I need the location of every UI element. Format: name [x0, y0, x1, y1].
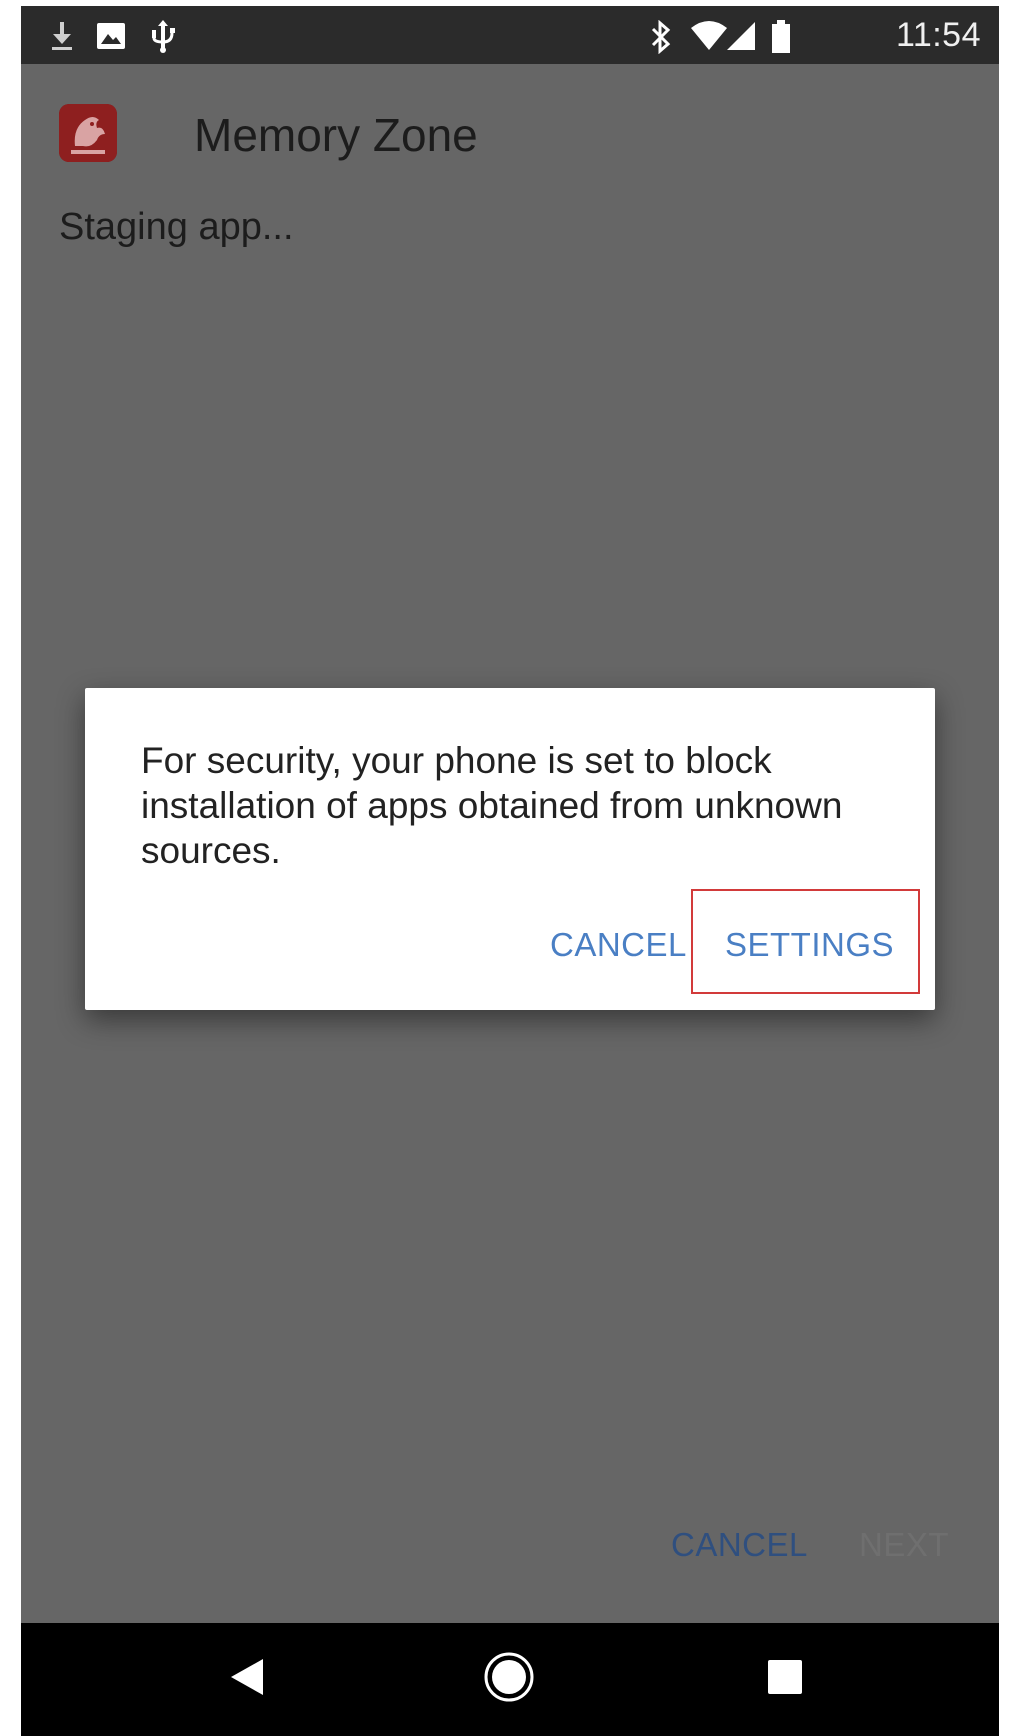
status-time: 11:54 [895, 16, 981, 54]
bottom-cancel-button[interactable]: CANCEL [671, 1526, 808, 1564]
recents-icon [767, 1659, 803, 1700]
status-bar: 11:54 [21, 6, 999, 64]
image-icon [95, 20, 127, 52]
dialog-settings-button[interactable]: SETTINGS [725, 926, 894, 964]
screen: 11:54 Memory Zone Staging app... For sec… [21, 6, 999, 1736]
navigation-bar [21, 1623, 999, 1736]
back-icon [229, 1657, 265, 1702]
home-button[interactable] [439, 1623, 579, 1736]
recents-button[interactable] [715, 1623, 855, 1736]
security-dialog: For security, your phone is set to block… [85, 688, 935, 1010]
download-icon [49, 20, 75, 52]
bottom-next-button[interactable]: NEXT [859, 1526, 949, 1564]
app-icon [59, 104, 117, 162]
dialog-cancel-button[interactable]: CANCEL [550, 926, 687, 964]
bluetooth-icon [649, 19, 673, 55]
signal-icon [725, 20, 757, 52]
app-title: Memory Zone [194, 109, 478, 161]
back-button[interactable] [177, 1623, 317, 1736]
wifi-icon [689, 20, 729, 52]
battery-icon [771, 20, 791, 53]
usb-icon [149, 20, 177, 53]
staging-status: Staging app... [59, 206, 294, 248]
dialog-message: For security, your phone is set to block… [141, 740, 843, 871]
home-icon [483, 1651, 535, 1708]
